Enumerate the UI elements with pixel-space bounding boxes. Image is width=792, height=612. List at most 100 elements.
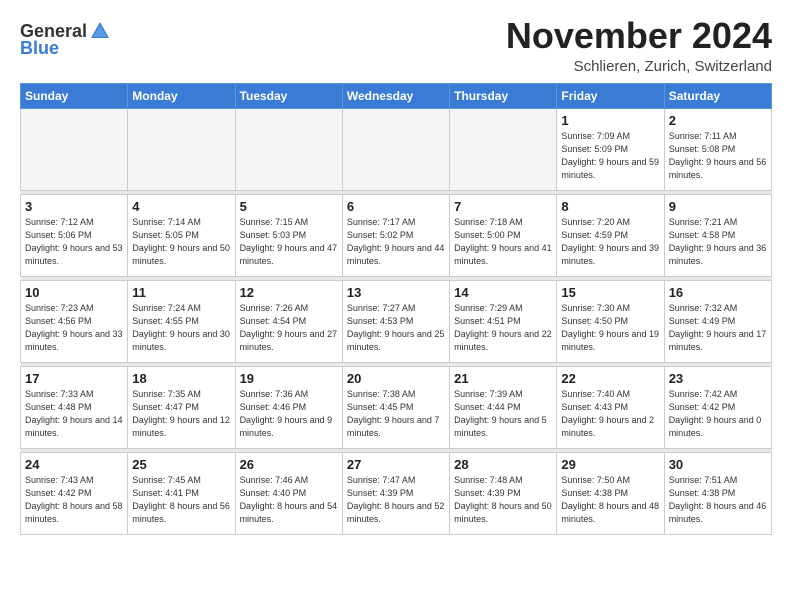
logo: General Blue — [20, 20, 111, 59]
day-number: 3 — [25, 199, 123, 214]
calendar-cell-w2-d7: 9 Sunrise: 7:21 AM Sunset: 4:58 PM Daylig… — [664, 194, 771, 276]
calendar-cell-w4-d7: 23 Sunrise: 7:42 AM Sunset: 4:42 PM Dayli… — [664, 366, 771, 448]
day-info: Sunrise: 7:26 AM Sunset: 4:54 PM Dayligh… — [240, 302, 338, 354]
day-number: 20 — [347, 371, 445, 386]
week-row-4: 17 Sunrise: 7:33 AM Sunset: 4:48 PM Dayli… — [21, 366, 772, 448]
week-row-5: 24 Sunrise: 7:43 AM Sunset: 4:42 PM Dayli… — [21, 452, 772, 534]
day-number: 21 — [454, 371, 552, 386]
day-info: Sunrise: 7:43 AM Sunset: 4:42 PM Dayligh… — [25, 474, 123, 526]
day-number: 26 — [240, 457, 338, 472]
day-info: Sunrise: 7:47 AM Sunset: 4:39 PM Dayligh… — [347, 474, 445, 526]
calendar-cell-w5-d2: 25 Sunrise: 7:45 AM Sunset: 4:41 PM Dayli… — [128, 452, 235, 534]
day-number: 7 — [454, 199, 552, 214]
calendar-cell-w5-d1: 24 Sunrise: 7:43 AM Sunset: 4:42 PM Dayli… — [21, 452, 128, 534]
week-row-2: 3Sunrise: 7:12 AM Sunset: 5:06 PM Daylig… — [21, 194, 772, 276]
day-info: Sunrise: 7:39 AM Sunset: 4:44 PM Dayligh… — [454, 388, 552, 440]
day-number: 17 — [25, 371, 123, 386]
col-thursday: Thursday — [450, 83, 557, 108]
calendar-cell-w5-d7: 30 Sunrise: 7:51 AM Sunset: 4:38 PM Dayli… — [664, 452, 771, 534]
day-info: Sunrise: 7:30 AM Sunset: 4:50 PM Dayligh… — [561, 302, 659, 354]
calendar-cell-w3-d6: 15 Sunrise: 7:30 AM Sunset: 4:50 PM Dayli… — [557, 280, 664, 362]
day-info: Sunrise: 7:15 AM Sunset: 5:03 PM Dayligh… — [240, 216, 338, 268]
day-info: Sunrise: 7:23 AM Sunset: 4:56 PM Dayligh… — [25, 302, 123, 354]
day-info: Sunrise: 7:38 AM Sunset: 4:45 PM Dayligh… — [347, 388, 445, 440]
col-wednesday: Wednesday — [342, 83, 449, 108]
col-monday: Monday — [128, 83, 235, 108]
calendar-cell-w1-d7: 2Sunrise: 7:11 AM Sunset: 5:08 PM Daylig… — [664, 108, 771, 190]
month-title: November 2024 — [506, 16, 772, 56]
day-info: Sunrise: 7:46 AM Sunset: 4:40 PM Dayligh… — [240, 474, 338, 526]
day-number: 11 — [132, 285, 230, 300]
day-info: Sunrise: 7:33 AM Sunset: 4:48 PM Dayligh… — [25, 388, 123, 440]
calendar-cell-w3-d5: 14 Sunrise: 7:29 AM Sunset: 4:51 PM Dayli… — [450, 280, 557, 362]
day-info: Sunrise: 7:50 AM Sunset: 4:38 PM Dayligh… — [561, 474, 659, 526]
calendar-cell-w1-d4 — [342, 108, 449, 190]
day-info: Sunrise: 7:51 AM Sunset: 4:38 PM Dayligh… — [669, 474, 767, 526]
day-number: 16 — [669, 285, 767, 300]
day-number: 9 — [669, 199, 767, 214]
week-row-3: 10Sunrise: 7:23 AM Sunset: 4:56 PM Dayli… — [21, 280, 772, 362]
day-number: 5 — [240, 199, 338, 214]
calendar-cell-w1-d5 — [450, 108, 557, 190]
day-info: Sunrise: 7:27 AM Sunset: 4:53 PM Dayligh… — [347, 302, 445, 354]
day-number: 22 — [561, 371, 659, 386]
day-info: Sunrise: 7:21 AM Sunset: 4:58 PM Dayligh… — [669, 216, 767, 268]
day-number: 23 — [669, 371, 767, 386]
col-tuesday: Tuesday — [235, 83, 342, 108]
day-info: Sunrise: 7:40 AM Sunset: 4:43 PM Dayligh… — [561, 388, 659, 440]
calendar-cell-w1-d2 — [128, 108, 235, 190]
calendar-cell-w3-d3: 12Sunrise: 7:26 AM Sunset: 4:54 PM Dayli… — [235, 280, 342, 362]
day-number: 8 — [561, 199, 659, 214]
calendar-cell-w4-d1: 17 Sunrise: 7:33 AM Sunset: 4:48 PM Dayli… — [21, 366, 128, 448]
calendar-cell-w4-d3: 19 Sunrise: 7:36 AM Sunset: 4:46 PM Dayli… — [235, 366, 342, 448]
page: General Blue November 2024 Schlieren, Zu… — [0, 0, 792, 612]
day-number: 18 — [132, 371, 230, 386]
calendar-header-row: Sunday Monday Tuesday Wednesday Thursday… — [21, 83, 772, 108]
day-number: 24 — [25, 457, 123, 472]
day-info: Sunrise: 7:24 AM Sunset: 4:55 PM Dayligh… — [132, 302, 230, 354]
day-info: Sunrise: 7:36 AM Sunset: 4:46 PM Dayligh… — [240, 388, 338, 440]
day-info: Sunrise: 7:09 AM Sunset: 5:09 PM Dayligh… — [561, 130, 659, 182]
calendar-cell-w5-d4: 27 Sunrise: 7:47 AM Sunset: 4:39 PM Dayli… — [342, 452, 449, 534]
calendar-cell-w3-d4: 13Sunrise: 7:27 AM Sunset: 4:53 PM Dayli… — [342, 280, 449, 362]
col-saturday: Saturday — [664, 83, 771, 108]
calendar-cell-w4-d4: 20 Sunrise: 7:38 AM Sunset: 4:45 PM Dayli… — [342, 366, 449, 448]
calendar-cell-w3-d1: 10Sunrise: 7:23 AM Sunset: 4:56 PM Dayli… — [21, 280, 128, 362]
day-number: 15 — [561, 285, 659, 300]
day-info: Sunrise: 7:42 AM Sunset: 4:42 PM Dayligh… — [669, 388, 767, 440]
calendar-cell-w5-d3: 26 Sunrise: 7:46 AM Sunset: 4:40 PM Dayli… — [235, 452, 342, 534]
day-info: Sunrise: 7:14 AM Sunset: 5:05 PM Dayligh… — [132, 216, 230, 268]
day-number: 19 — [240, 371, 338, 386]
calendar: Sunday Monday Tuesday Wednesday Thursday… — [20, 83, 772, 535]
day-info: Sunrise: 7:32 AM Sunset: 4:49 PM Dayligh… — [669, 302, 767, 354]
calendar-cell-w2-d1: 3Sunrise: 7:12 AM Sunset: 5:06 PM Daylig… — [21, 194, 128, 276]
day-info: Sunrise: 7:45 AM Sunset: 4:41 PM Dayligh… — [132, 474, 230, 526]
day-info: Sunrise: 7:35 AM Sunset: 4:47 PM Dayligh… — [132, 388, 230, 440]
calendar-cell-w5-d5: 28Sunrise: 7:48 AM Sunset: 4:39 PM Dayli… — [450, 452, 557, 534]
location: Schlieren, Zurich, Switzerland — [506, 58, 772, 75]
calendar-cell-w4-d5: 21 Sunrise: 7:39 AM Sunset: 4:44 PM Dayli… — [450, 366, 557, 448]
col-friday: Friday — [557, 83, 664, 108]
calendar-cell-w4-d2: 18 Sunrise: 7:35 AM Sunset: 4:47 PM Dayli… — [128, 366, 235, 448]
day-number: 28 — [454, 457, 552, 472]
logo-icon — [89, 20, 111, 42]
calendar-cell-w2-d5: 7 Sunrise: 7:18 AM Sunset: 5:00 PM Daylig… — [450, 194, 557, 276]
day-info: Sunrise: 7:17 AM Sunset: 5:02 PM Dayligh… — [347, 216, 445, 268]
col-sunday: Sunday — [21, 83, 128, 108]
day-info: Sunrise: 7:18 AM Sunset: 5:00 PM Dayligh… — [454, 216, 552, 268]
calendar-cell-w1-d6: 1 Sunrise: 7:09 AM Sunset: 5:09 PM Daylig… — [557, 108, 664, 190]
day-number: 25 — [132, 457, 230, 472]
day-number: 27 — [347, 457, 445, 472]
day-info: Sunrise: 7:29 AM Sunset: 4:51 PM Dayligh… — [454, 302, 552, 354]
calendar-cell-w3-d2: 11 Sunrise: 7:24 AM Sunset: 4:55 PM Dayli… — [128, 280, 235, 362]
calendar-cell-w2-d3: 5 Sunrise: 7:15 AM Sunset: 5:03 PM Daylig… — [235, 194, 342, 276]
calendar-cell-w2-d4: 6Sunrise: 7:17 AM Sunset: 5:02 PM Daylig… — [342, 194, 449, 276]
day-number: 14 — [454, 285, 552, 300]
day-number: 1 — [561, 113, 659, 128]
calendar-cell-w2-d2: 4Sunrise: 7:14 AM Sunset: 5:05 PM Daylig… — [128, 194, 235, 276]
calendar-cell-w1-d1 — [21, 108, 128, 190]
calendar-cell-w3-d7: 16 Sunrise: 7:32 AM Sunset: 4:49 PM Dayli… — [664, 280, 771, 362]
calendar-cell-w2-d6: 8Sunrise: 7:20 AM Sunset: 4:59 PM Daylig… — [557, 194, 664, 276]
day-number: 30 — [669, 457, 767, 472]
day-number: 2 — [669, 113, 767, 128]
